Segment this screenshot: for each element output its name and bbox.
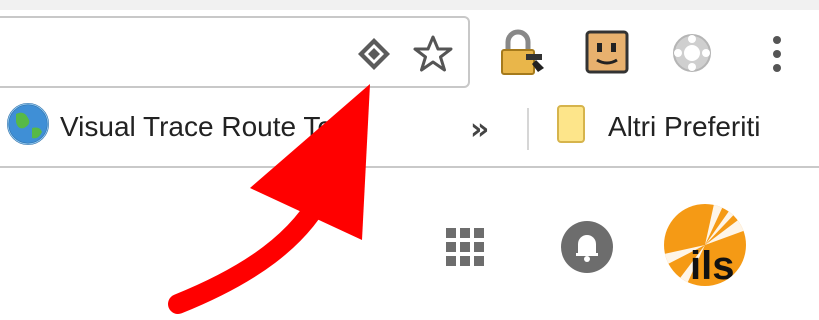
bookmark-visual-trace-route[interactable]: Visual Trace Route Tool	[6, 102, 355, 146]
folder-icon	[556, 104, 586, 151]
lock-key-icon[interactable]	[498, 28, 546, 82]
avatar-label: ils	[690, 244, 735, 286]
face-box-icon[interactable]	[585, 30, 629, 78]
bookmark-label: Visual Trace Route Tool	[60, 111, 355, 142]
bookmarks-overflow-button[interactable]: »	[470, 112, 489, 147]
other-bookmarks-folder[interactable]: Altri Preferiti	[556, 104, 761, 146]
notifications-bell-icon[interactable]	[560, 220, 614, 278]
more-menu-icon[interactable]	[770, 34, 784, 78]
lifebuoy-icon[interactable]	[671, 32, 713, 78]
address-bar[interactable]	[0, 16, 470, 88]
apps-grid-icon[interactable]	[444, 226, 486, 272]
other-bookmarks-label: Altri Preferiti	[608, 111, 761, 142]
account-avatar[interactable]: ils	[664, 204, 746, 286]
bookmark-star-icon[interactable]	[413, 34, 453, 78]
globe-icon	[6, 102, 50, 153]
window-top-strip	[0, 0, 819, 10]
bookmarks-separator	[527, 108, 529, 150]
page-translate-icon[interactable]	[356, 36, 392, 76]
